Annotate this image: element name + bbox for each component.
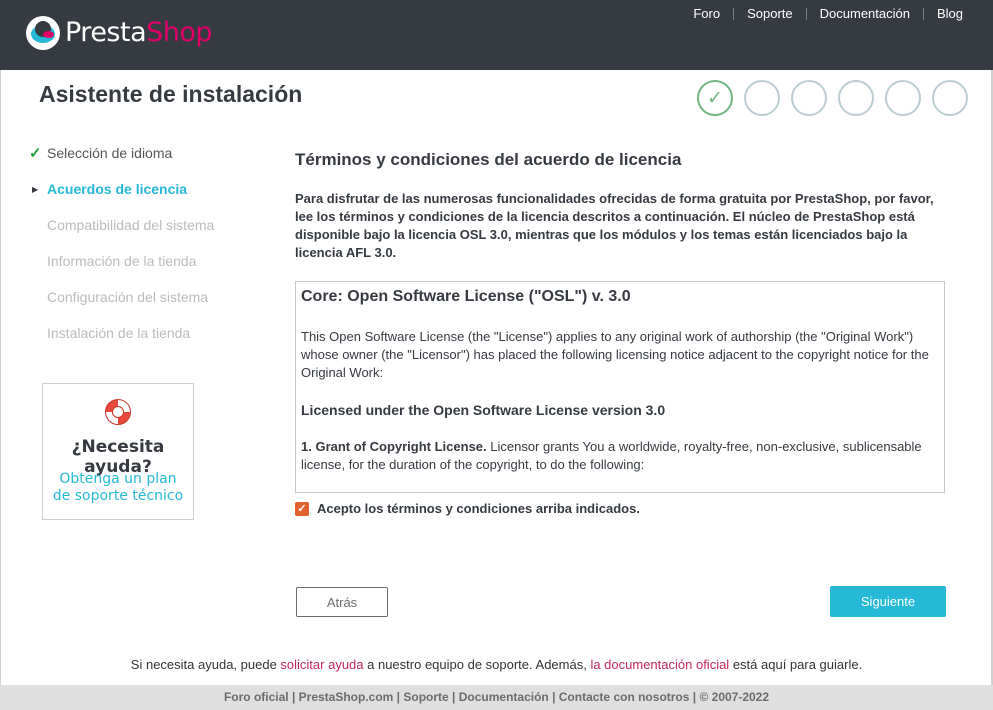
accept-terms-checkbox[interactable]: ✓	[295, 501, 309, 516]
prestashop-logo[interactable]: PrestaShop	[26, 16, 213, 50]
nav-divider	[733, 7, 735, 20]
sidebar-item-label: Información de la tienda	[47, 253, 197, 269]
logo-text: PrestaShop	[65, 16, 213, 50]
help-line-text: está aquí para guiarle.	[729, 657, 863, 672]
sidebar-item-compatibilidad: Compatibilidad del sistema	[29, 217, 269, 253]
sidebar-steps: ✓ Selección de idioma ▶ Acuerdos de lice…	[29, 145, 269, 361]
sidebar-item-configuracion: Configuración del sistema	[29, 289, 269, 325]
request-help-link[interactable]: solicitar ayuda	[280, 657, 363, 672]
sidebar-item-label: Acuerdos de licencia	[47, 181, 188, 197]
progress-step-2	[744, 80, 780, 116]
sidebar-item-acuerdos-licencia[interactable]: ▶ Acuerdos de licencia	[29, 181, 269, 217]
page-title: Asistente de instalación	[39, 81, 303, 107]
progress-step-4	[838, 80, 874, 116]
progress-steps: ✓	[697, 80, 968, 116]
progress-step-5	[885, 80, 921, 116]
nav-divider	[922, 7, 924, 20]
checkmark-icon: ✓	[29, 145, 42, 162]
caret-right-icon: ▶	[32, 185, 39, 194]
license-paragraph: This Open Software License (the "License…	[301, 329, 929, 380]
lifebuoy-icon	[105, 399, 131, 425]
top-nav: Foro Soporte Documentación Blog	[693, 6, 963, 21]
license-grant-paragraph: 1. Grant of Copyright License. Licensor …	[301, 438, 939, 474]
back-button[interactable]: Atrás	[296, 587, 388, 617]
frame-border-left	[0, 70, 1, 685]
license-text-box[interactable]: Core: Open Software License ("OSL") v. 3…	[295, 281, 945, 493]
progress-step-6	[932, 80, 968, 116]
next-button[interactable]: Siguiente	[830, 586, 946, 617]
nav-link-blog[interactable]: Blog	[937, 6, 963, 21]
nav-link-documentacion[interactable]: Documentación	[820, 6, 910, 21]
license-intro-text: Para disfrutar de las numerosas funciona…	[295, 191, 934, 260]
nav-link-soporte[interactable]: Soporte	[747, 6, 793, 21]
accept-terms-row[interactable]: ✓ Acepto los términos y condiciones arri…	[295, 501, 640, 516]
help-line-text: Si necesita ayuda, puede	[130, 657, 281, 672]
progress-step-3	[791, 80, 827, 116]
sidebar-item-informacion-tienda: Información de la tienda	[29, 253, 269, 289]
logo-text-shop: Shop	[146, 17, 213, 48]
help-line-text: a nuestro equipo de soporte. Además,	[363, 657, 591, 672]
puffin-logo-icon	[26, 16, 60, 50]
sidebar-item-label: Configuración del sistema	[47, 289, 209, 305]
footer-links[interactable]: Foro oficial | PrestaShop.com | Soporte …	[0, 685, 993, 710]
support-plan-link[interactable]: Obtenga un plan de soporte técnico	[49, 471, 187, 505]
help-box: ¿Necesita ayuda? Obtenga un plan de sopo…	[42, 383, 194, 520]
nav-divider	[805, 7, 807, 20]
progress-step-1-check-icon: ✓	[697, 80, 733, 116]
top-bar: PrestaShop Foro Soporte Documentación Bl…	[0, 0, 993, 70]
sidebar-item-seleccion-idioma[interactable]: ✓ Selección de idioma	[29, 145, 269, 181]
license-section-title: Términos y condiciones del acuerdo de li…	[295, 150, 682, 169]
license-heading: Core: Open Software License ("OSL") v. 3…	[301, 288, 631, 305]
license-subheading: Licensed under the Open Software License…	[301, 402, 666, 418]
nav-link-foro[interactable]: Foro	[693, 6, 720, 21]
help-line: Si necesita ayuda, puede solicitar ayuda…	[0, 657, 993, 672]
accept-terms-label[interactable]: Acepto los términos y condiciones arriba…	[317, 501, 640, 516]
license-grant-title: 1. Grant of Copyright License.	[301, 439, 487, 454]
sidebar-item-label: Instalación de la tienda	[47, 325, 191, 341]
logo-text-presta: Presta	[65, 17, 147, 48]
sidebar-item-label: Compatibilidad del sistema	[47, 217, 215, 233]
official-docs-link[interactable]: la documentación oficial	[590, 657, 729, 672]
sidebar-item-label: Selección de idioma	[47, 145, 173, 161]
sidebar-item-instalacion: Instalación de la tienda	[29, 325, 269, 361]
